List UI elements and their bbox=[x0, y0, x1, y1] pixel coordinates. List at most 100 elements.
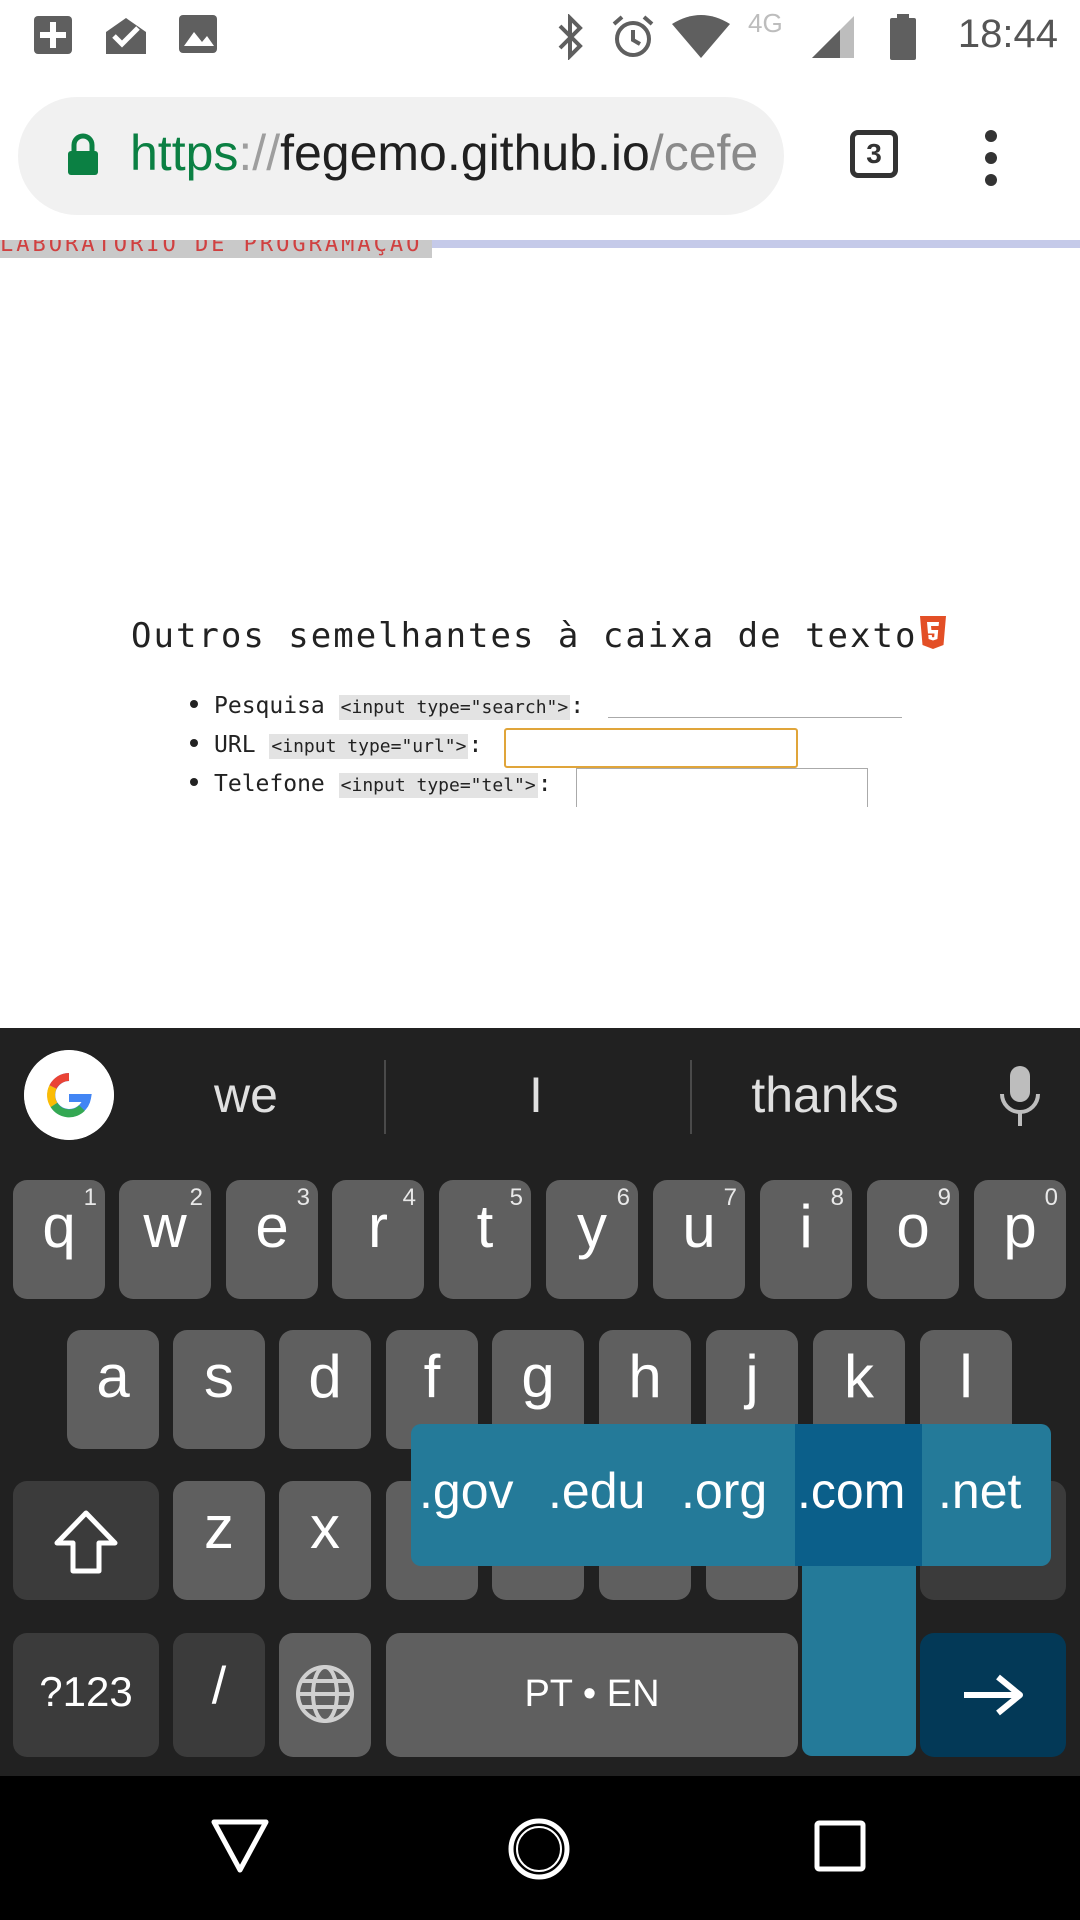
home-icon[interactable] bbox=[506, 1816, 572, 1882]
shift-icon bbox=[54, 1510, 118, 1574]
key-q[interactable]: 1q bbox=[13, 1180, 105, 1299]
item-label: Telefone bbox=[214, 771, 325, 797]
enter-key[interactable] bbox=[920, 1633, 1066, 1757]
list-item: URL <input type="url">: bbox=[190, 732, 483, 759]
key-char: a bbox=[96, 1343, 130, 1410]
back-icon[interactable] bbox=[210, 1818, 270, 1874]
browser-toolbar: https://fegemo.github.io/cefe 3 bbox=[0, 75, 1080, 240]
key-char: z bbox=[204, 1494, 234, 1561]
key-y[interactable]: 6y bbox=[546, 1180, 638, 1299]
key-char: f bbox=[423, 1343, 441, 1410]
key-char: r bbox=[368, 1193, 388, 1260]
recents-icon[interactable] bbox=[814, 1820, 866, 1872]
page-header-text: LABORATÓRIO DE PROGRAMAÇÃO WEB bbox=[0, 240, 423, 258]
key-p[interactable]: 0p bbox=[974, 1180, 1066, 1299]
key-char: g bbox=[521, 1343, 555, 1410]
shift-key[interactable] bbox=[13, 1481, 159, 1600]
key-s[interactable]: s bbox=[173, 1330, 265, 1449]
item-suffix: : bbox=[468, 732, 483, 758]
space-key[interactable]: PT • EN bbox=[386, 1633, 798, 1757]
html5-icon bbox=[920, 616, 946, 649]
domain-key[interactable] bbox=[802, 1566, 916, 1756]
url-text: https://fegemo.github.io/cefe bbox=[130, 124, 758, 182]
key-char: s bbox=[204, 1343, 234, 1410]
domain-option-net[interactable]: .net bbox=[938, 1462, 1021, 1520]
url-input[interactable] bbox=[504, 728, 798, 768]
key-r[interactable]: 4r bbox=[332, 1180, 424, 1299]
domain-option-com[interactable]: .com bbox=[795, 1424, 922, 1566]
key-char: l bbox=[959, 1343, 973, 1410]
item-code: <input type="search"> bbox=[338, 695, 571, 720]
key-char: h bbox=[628, 1343, 662, 1410]
key-x[interactable]: x bbox=[279, 1481, 371, 1600]
google-icon[interactable] bbox=[24, 1050, 114, 1140]
item-code: <input type="tel"> bbox=[338, 773, 538, 798]
mail-icon bbox=[106, 18, 146, 54]
key-char: u bbox=[682, 1193, 716, 1260]
globe-icon bbox=[296, 1665, 354, 1723]
tab-switcher-button[interactable]: 3 bbox=[850, 130, 898, 178]
key-char: w bbox=[143, 1193, 187, 1260]
clock: 18:44 bbox=[957, 12, 1058, 56]
key-char: y bbox=[577, 1193, 607, 1260]
url-host: fegemo.github.io bbox=[280, 125, 650, 181]
key-t[interactable]: 5t bbox=[439, 1180, 531, 1299]
key-z[interactable]: z bbox=[173, 1481, 265, 1600]
suggestion-1[interactable]: we bbox=[160, 1066, 332, 1124]
microphone-icon[interactable] bbox=[998, 1066, 1042, 1128]
key-o[interactable]: 9o bbox=[867, 1180, 959, 1299]
item-label: URL bbox=[214, 732, 256, 758]
tel-input[interactable] bbox=[576, 768, 868, 807]
suggestion-2[interactable]: I bbox=[450, 1066, 622, 1124]
key-char: PT • EN bbox=[524, 1673, 660, 1715]
suggestion-3[interactable]: thanks bbox=[730, 1066, 920, 1124]
key-char: x bbox=[310, 1494, 340, 1561]
add-box-icon bbox=[34, 16, 72, 54]
slash-key[interactable]: / bbox=[173, 1633, 265, 1757]
domain-option-label: .com bbox=[797, 1463, 906, 1519]
key-char: e bbox=[255, 1193, 289, 1260]
key-char: ?123 bbox=[39, 1668, 133, 1715]
signal-icon bbox=[812, 16, 854, 58]
url-path: /cefe bbox=[649, 125, 759, 181]
domain-option-gov[interactable]: .gov bbox=[419, 1462, 514, 1520]
key-w[interactable]: 2w bbox=[119, 1180, 211, 1299]
item-suffix: : bbox=[537, 771, 552, 797]
url-separator: :// bbox=[238, 125, 281, 181]
key-char: q bbox=[42, 1193, 76, 1260]
alarm-icon bbox=[612, 15, 654, 57]
symbols-key[interactable]: ?123 bbox=[13, 1633, 159, 1757]
key-a[interactable]: a bbox=[67, 1330, 159, 1449]
key-char: j bbox=[745, 1343, 759, 1410]
page-header-peek: LABORATÓRIO DE PROGRAMAÇÃO WEB bbox=[0, 240, 432, 258]
list-item: Telefone <input type="tel">: bbox=[190, 771, 552, 798]
language-key[interactable] bbox=[279, 1633, 371, 1757]
section-title: Outros semelhantes à caixa de texto bbox=[131, 616, 918, 656]
list-item: Pesquisa <input type="search">: bbox=[190, 693, 585, 720]
lock-icon bbox=[68, 133, 98, 175]
address-bar[interactable]: https://fegemo.github.io/cefe bbox=[18, 97, 784, 215]
item-code: <input type="url"> bbox=[269, 734, 469, 759]
status-bar: 4G 18:44 bbox=[0, 0, 1080, 75]
key-e[interactable]: 3e bbox=[226, 1180, 318, 1299]
domain-option-edu[interactable]: .edu bbox=[548, 1462, 645, 1520]
key-char: o bbox=[896, 1193, 930, 1260]
item-label: Pesquisa bbox=[214, 693, 325, 719]
bluetooth-icon bbox=[558, 14, 583, 60]
key-char: t bbox=[476, 1193, 494, 1260]
key-u[interactable]: 7u bbox=[653, 1180, 745, 1299]
key-char: k bbox=[844, 1343, 874, 1410]
url-scheme: https bbox=[130, 125, 239, 181]
suggestion-strip: we I thanks bbox=[0, 1028, 1080, 1168]
web-page: Outros semelhantes à caixa de texto Pesq… bbox=[0, 258, 1080, 1028]
key-i[interactable]: 8i bbox=[760, 1180, 852, 1299]
search-input[interactable] bbox=[608, 687, 902, 718]
item-suffix: : bbox=[570, 693, 585, 719]
overflow-menu-icon[interactable] bbox=[982, 130, 1000, 190]
domain-option-org[interactable]: .org bbox=[681, 1462, 767, 1520]
image-icon bbox=[179, 15, 217, 53]
wifi-icon bbox=[672, 15, 730, 58]
network-type: 4G bbox=[748, 8, 783, 38]
key-d[interactable]: d bbox=[279, 1330, 371, 1449]
key-char: d bbox=[308, 1343, 342, 1410]
